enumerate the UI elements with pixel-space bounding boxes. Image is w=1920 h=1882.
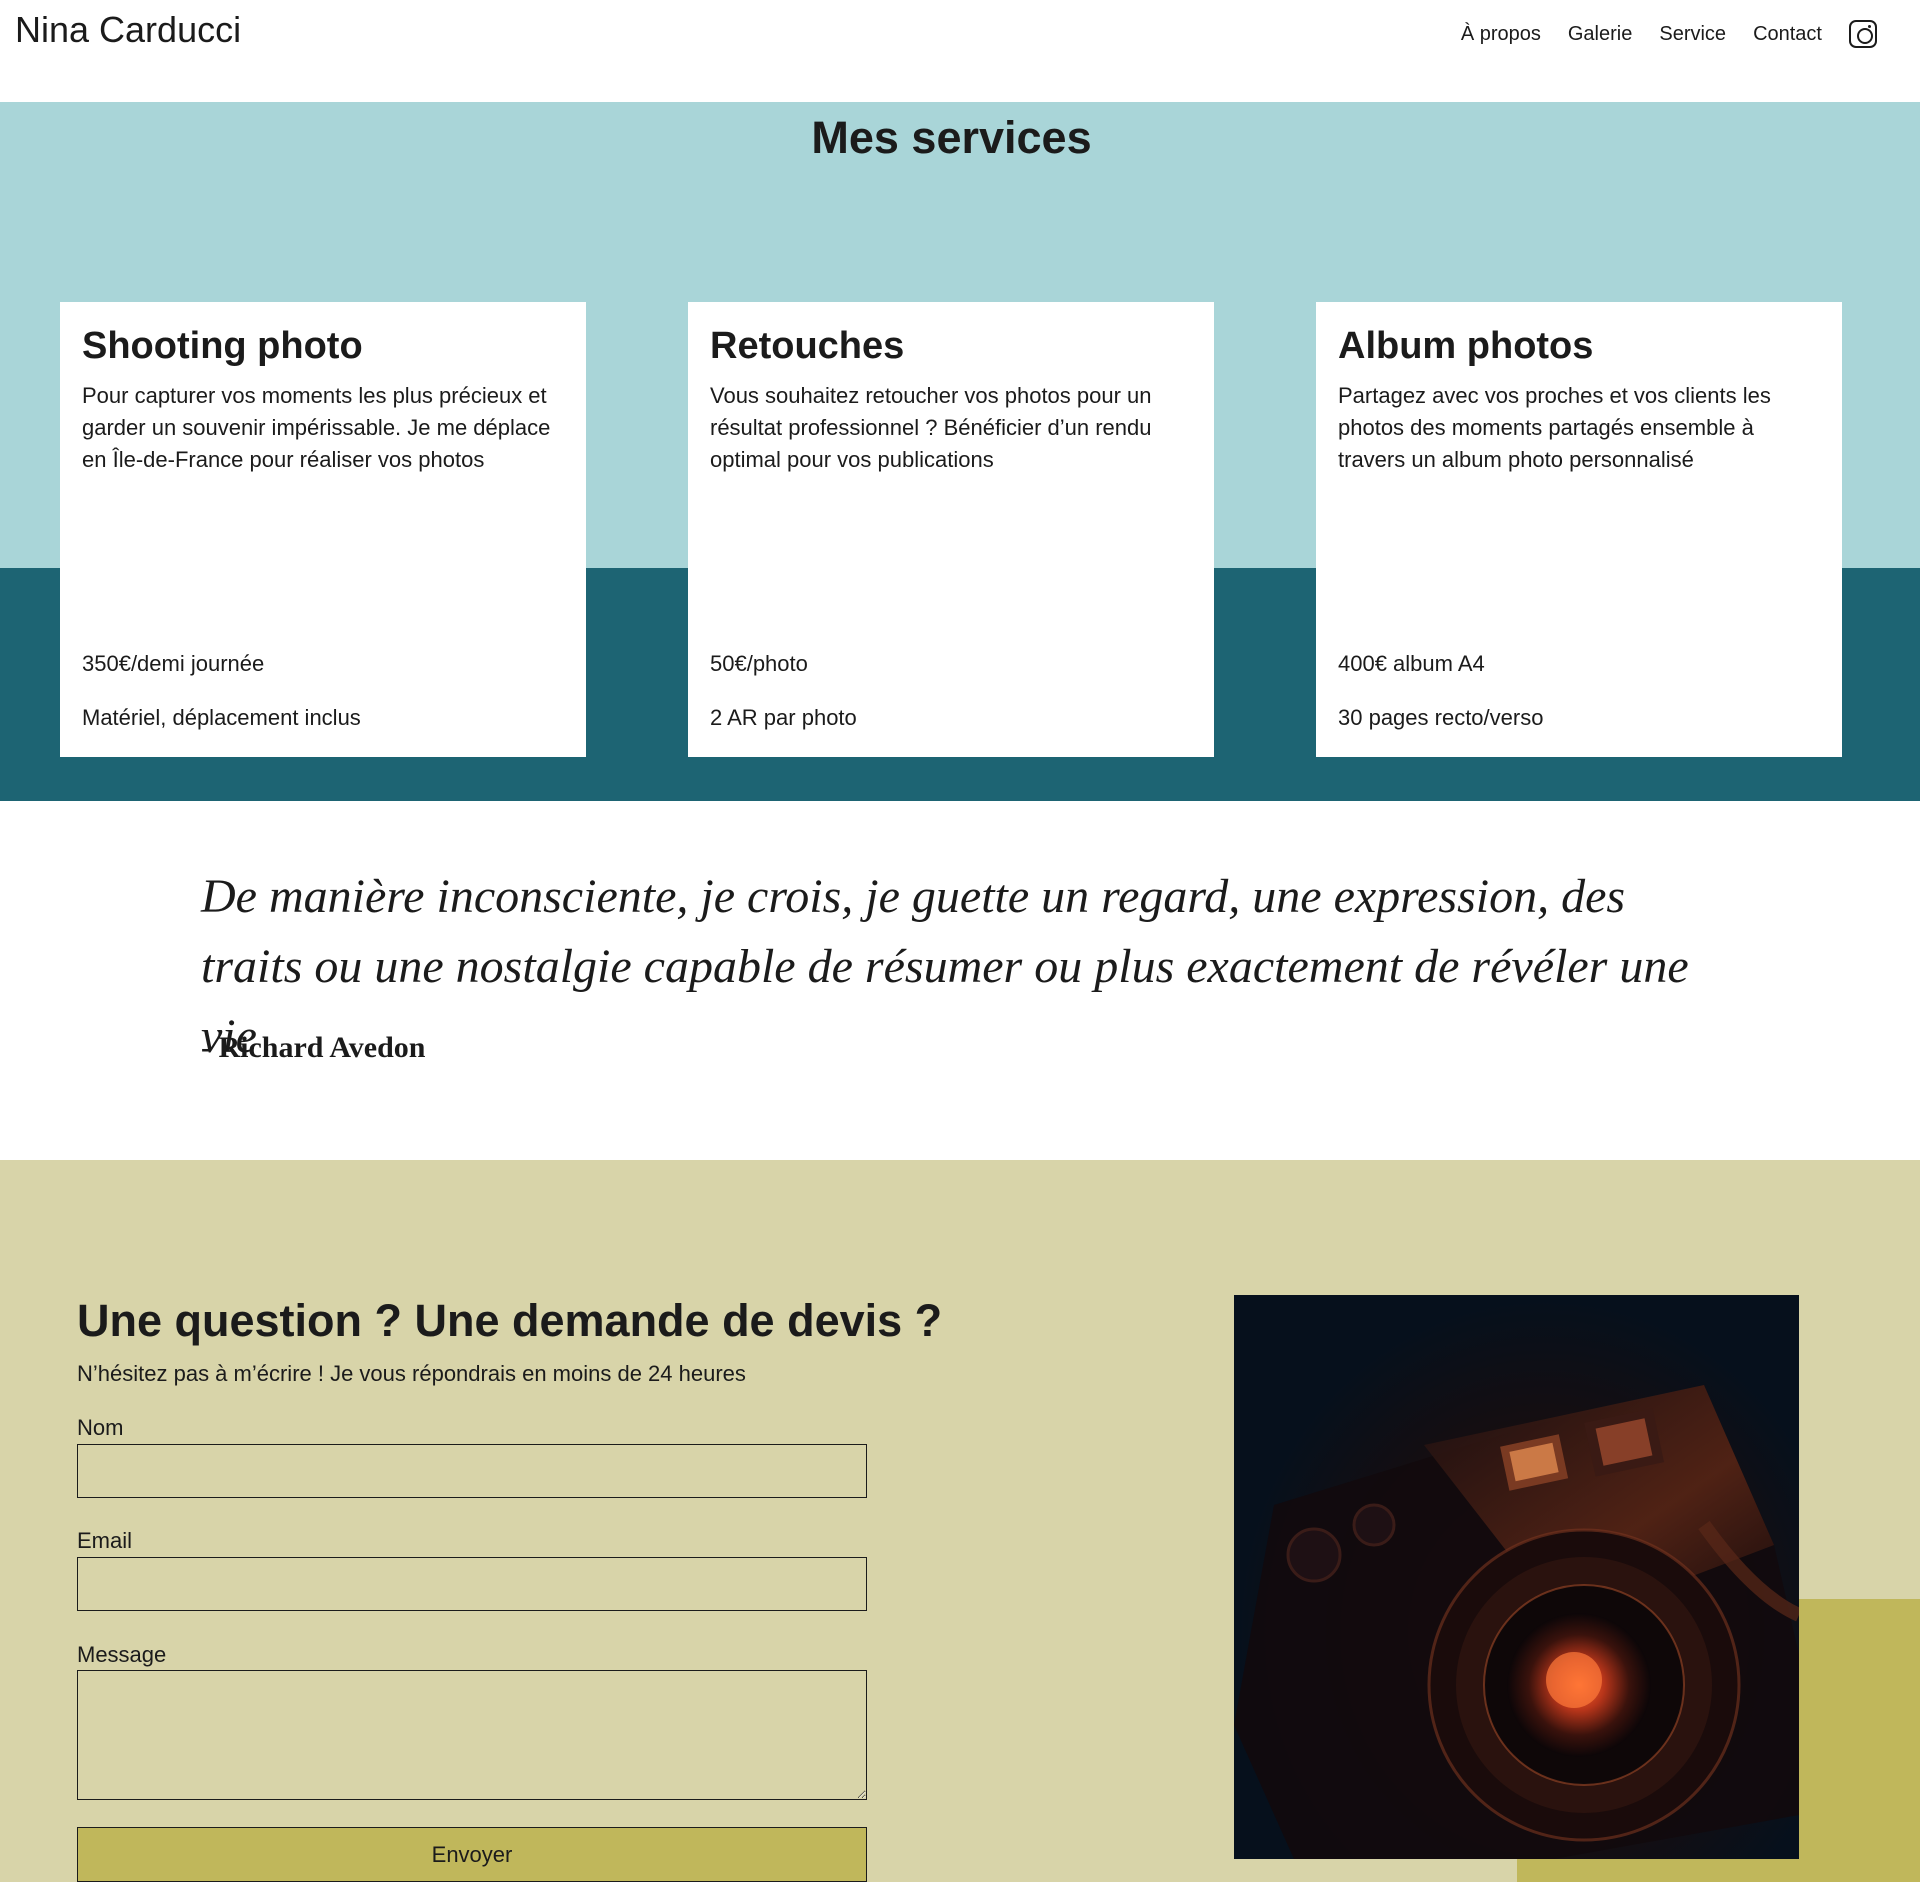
- contact-subtitle: N’hésitez pas à m’écrire ! Je vous répon…: [77, 1361, 746, 1386]
- nav-link-contact[interactable]: Contact: [1753, 23, 1822, 46]
- nav-link-galerie[interactable]: Galerie: [1568, 23, 1632, 46]
- service-card-price: 400€ album A4: [1338, 651, 1485, 676]
- service-card-description: Pour capturer vos moments les plus préci…: [82, 383, 551, 472]
- camera-photo: [1234, 1295, 1799, 1859]
- email-input[interactable]: [77, 1557, 867, 1611]
- site-brand[interactable]: Nina Carducci: [15, 8, 241, 52]
- message-label: Message: [77, 1642, 167, 1667]
- services-section: Mes services Shooting photo Pour capture…: [0, 102, 1920, 801]
- nav-link-a-propos[interactable]: À propos: [1461, 23, 1541, 46]
- service-card-title: Retouches: [710, 325, 905, 367]
- quote-author: - Richard Avedon: [201, 1031, 426, 1064]
- quote-section: De manière inconsciente, je crois, je gu…: [0, 801, 1920, 1160]
- submit-button[interactable]: Envoyer: [77, 1827, 867, 1882]
- contact-section: Une question ? Une demande de devis ? N’…: [0, 1160, 1920, 1882]
- service-card-shooting: Shooting photo Pour capturer vos moments…: [60, 302, 586, 757]
- service-card-description: Vous souhaitez retoucher vos photos pour…: [710, 383, 1152, 472]
- service-card-album: Album photos Partagez avec vos proches e…: [1316, 302, 1842, 757]
- email-label: Email: [77, 1528, 133, 1553]
- quote-text: De manière inconsciente, je crois, je gu…: [201, 870, 1689, 1063]
- services-title: Mes services: [811, 112, 1092, 163]
- message-textarea[interactable]: [77, 1670, 867, 1800]
- nav-link-service[interactable]: Service: [1659, 23, 1726, 46]
- camera-illustration: [1234, 1385, 1799, 1859]
- instagram-icon[interactable]: [1849, 20, 1877, 48]
- name-label: Nom: [77, 1415, 124, 1440]
- main-nav: À propos Galerie Service Contact: [1461, 14, 1920, 54]
- service-card-detail: 30 pages recto/verso: [1338, 705, 1544, 730]
- service-card-retouches: Retouches Vous souhaitez retoucher vos p…: [688, 302, 1214, 757]
- contact-title: Une question ? Une demande de devis ?: [77, 1295, 943, 1346]
- service-card-title: Album photos: [1338, 325, 1594, 367]
- service-card-detail: 2 AR par photo: [710, 705, 857, 730]
- service-card-price: 350€/demi journée: [82, 651, 265, 676]
- service-card-detail: Matériel, déplacement inclus: [82, 705, 361, 730]
- service-card-description: Partagez avec vos proches et vos clients…: [1338, 383, 1771, 472]
- name-input[interactable]: [77, 1444, 867, 1498]
- site-header: Nina Carducci À propos Galerie Service C…: [0, 0, 1920, 102]
- service-card-price: 50€/photo: [710, 651, 808, 676]
- service-card-title: Shooting photo: [82, 325, 363, 367]
